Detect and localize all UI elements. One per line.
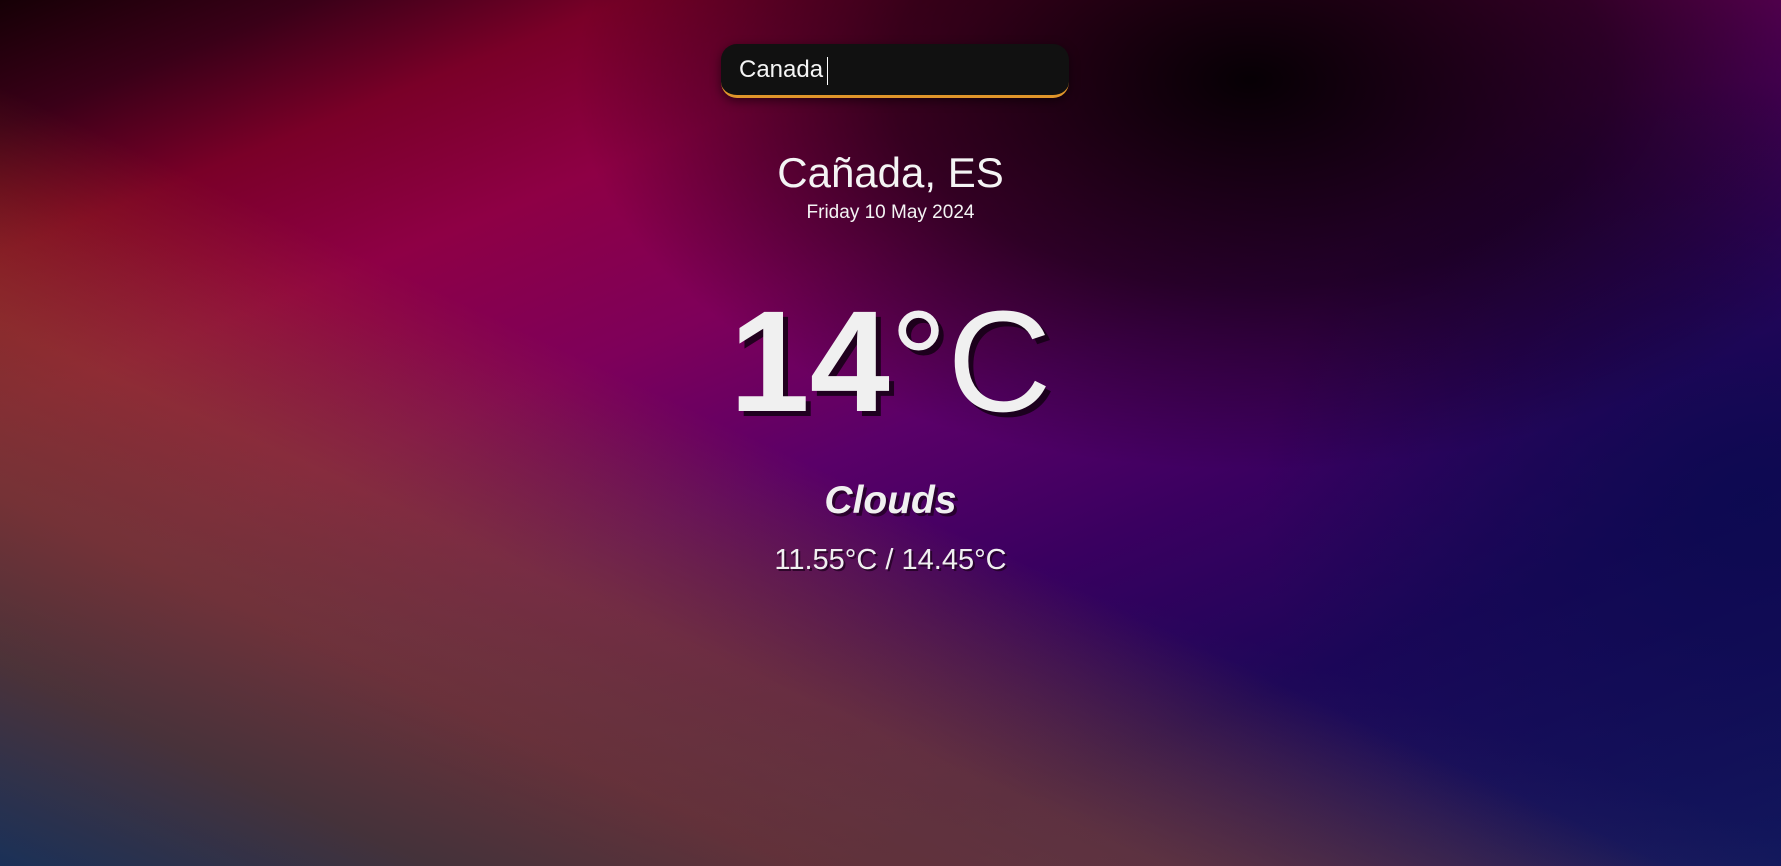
weather-app: Cañada, ES Friday 10 May 2024 14°C Cloud… <box>0 0 1781 866</box>
search-input[interactable] <box>739 44 1049 96</box>
temperature-value: 14 <box>729 281 890 442</box>
temperature-unit: °C <box>889 281 1052 442</box>
min-max-temperature: 11.55°C / 14.45°C <box>774 544 1007 576</box>
current-date: Friday 10 May 2024 <box>806 202 975 223</box>
search-box[interactable] <box>721 44 1069 98</box>
weather-condition: Clouds <box>824 479 957 522</box>
location-name: Cañada, ES <box>777 149 1004 196</box>
current-temperature: 14°C <box>0 282 1781 442</box>
text-cursor <box>827 57 828 85</box>
